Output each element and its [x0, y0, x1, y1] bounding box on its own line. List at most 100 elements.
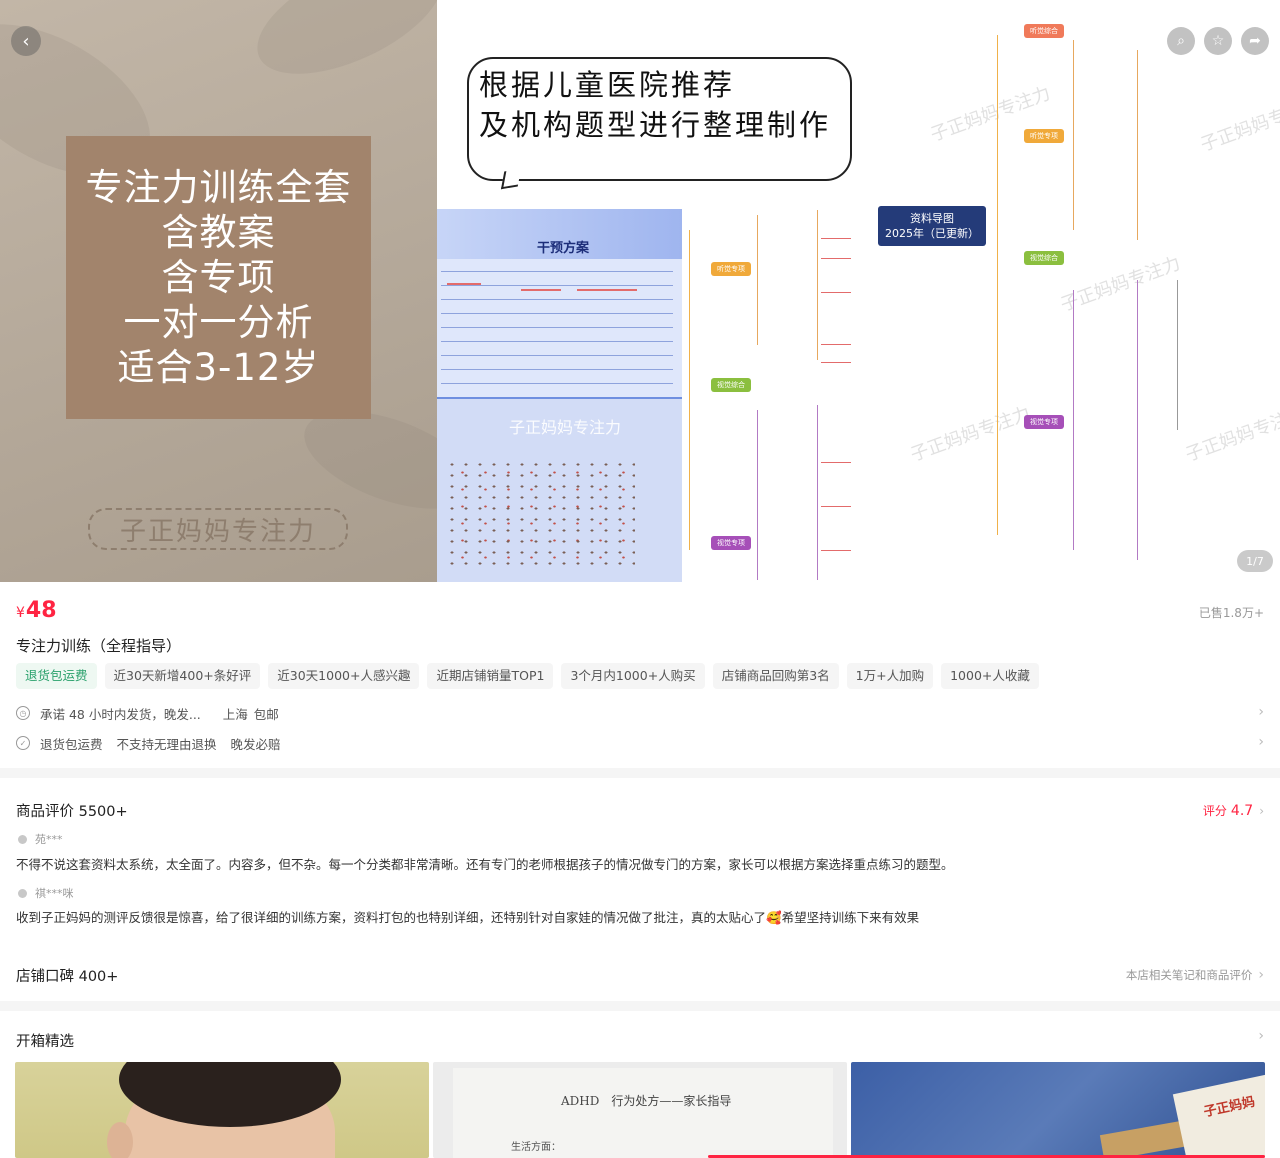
tag[interactable]: 3个月内1000+人购买	[561, 663, 705, 689]
search-icon: ⌕	[1177, 33, 1185, 49]
tag[interactable]: 近期店铺销量TOP1	[427, 663, 554, 689]
guarantee-row[interactable]: ✓ 退货包运费 不支持无理由退换 晚发必赔 ›	[16, 732, 1264, 754]
rating-link[interactable]: 评分 4.7 ›	[1203, 802, 1264, 819]
red-underline	[821, 550, 851, 551]
tag[interactable]: 店铺商品回购第3名	[712, 663, 839, 689]
unboxing-thumbnail[interactable]	[15, 1062, 429, 1158]
unboxing-title: 开箱精选	[16, 1034, 74, 1050]
tag[interactable]: 近30天1000+人感兴趣	[268, 663, 420, 689]
review-text[interactable]: 不得不说这套资料太系统，太全面了。内容多，但不杂。每一个分类都非常清晰。还有专门…	[16, 854, 954, 873]
red-underline	[821, 344, 851, 345]
currency-symbol: ¥	[16, 605, 25, 621]
tag[interactable]: 1万+人加购	[846, 663, 934, 689]
review-text[interactable]: 收到子正妈妈的测评反馈很是惊喜，给了很详细的训练方案，资料打包的也特别详细，还特…	[16, 907, 919, 926]
mindmap-node: 听觉综合	[1024, 24, 1064, 38]
tag-list: 退货包运费 近30天新增400+条好评 近30天1000+人感兴趣 近期店铺销量…	[16, 663, 1039, 689]
red-underline	[821, 506, 851, 507]
guarantee-item: 不支持无理由退换	[116, 736, 217, 752]
reviews-title[interactable]: 商品评价 5500+	[16, 800, 128, 821]
watermark: 子正妈妈专注力	[1057, 252, 1184, 316]
section-divider	[0, 1001, 1280, 1011]
scan-row	[441, 341, 673, 342]
tag[interactable]: 近30天新增400+条好评	[104, 663, 261, 689]
guarantee-item: 退货包运费	[40, 736, 103, 752]
back-button[interactable]: ‹	[11, 26, 41, 56]
product-title: 专注力训练（全程指导）	[16, 637, 182, 655]
chevron-right-icon[interactable]: ›	[1258, 1028, 1264, 1044]
mindmap-center-node: 资料导图 2025年（已更新）	[878, 206, 986, 246]
red-underline	[821, 462, 851, 463]
bubble-line: 及机构题型进行整理制作	[479, 108, 832, 142]
unboxing-thumbnail[interactable]: 子正妈妈	[851, 1062, 1265, 1158]
store-reviews-link[interactable]: 本店相关笔记和商品评价 ›	[1126, 967, 1264, 983]
cover-text-card: 专注力训练全套 含教案 含专项 一对一分析 适合3-12岁	[66, 136, 371, 419]
star-icon: ☆	[1211, 33, 1225, 49]
red-underline	[821, 258, 851, 259]
watermark: 子正妈妈专注力	[1182, 402, 1280, 466]
document-photo: 干预方案 子正妈妈专注力	[437, 209, 682, 582]
cover-line: 一对一分析	[123, 301, 314, 344]
cover-line: 含专项	[161, 256, 276, 299]
store-link-label: 本店相关笔记和商品评价	[1125, 968, 1253, 982]
document-subheading: 生活方面：	[511, 1142, 561, 1153]
share-button[interactable]: ➦	[1241, 27, 1269, 55]
document-page	[453, 1068, 833, 1158]
mindmap-branch	[1073, 40, 1074, 230]
mindmap-branch	[997, 35, 998, 535]
mindmap-slide: 根据儿童医院推荐 及机构题型进行整理制作 干预方案 子正妈妈专注力 子正妈妈专注…	[437, 0, 1280, 582]
shipping-location: 上海	[222, 706, 248, 722]
scan-title: 干预方案	[537, 241, 590, 256]
price: ¥48	[16, 598, 57, 623]
reviewer-name: 祺***咪	[35, 887, 74, 900]
reviewer: 苑***	[18, 831, 63, 847]
bubble-tail	[500, 168, 522, 190]
bubble-line: 根据儿童医院推荐	[479, 68, 736, 102]
cover-slide: 专注力训练全套 含教案 含专项 一对一分析 适合3-12岁 子正妈妈专注力	[0, 0, 437, 582]
mindmap-branch	[689, 230, 690, 550]
chevron-right-icon: ›	[1258, 704, 1264, 720]
shipping-row[interactable]: ◷ 承诺 48 小时内发货，晚发... 上海 包邮 ›	[16, 702, 1264, 724]
unboxing-thumbnail[interactable]: ADHD 行为处方——家长指导 生活方面：	[433, 1062, 847, 1158]
section-divider	[0, 768, 1280, 778]
back-icon: ‹	[22, 30, 30, 52]
red-underline	[447, 283, 481, 285]
shipping-free: 包邮	[253, 706, 279, 722]
red-underline	[821, 238, 851, 239]
mindmap-node: 听觉专项	[1024, 129, 1064, 143]
rating-label: 评分	[1202, 804, 1227, 818]
tag[interactable]: 1000+人收藏	[941, 663, 1039, 689]
mindmap-center-subtitle: 2025年（已更新）	[885, 227, 979, 240]
shipping-promise: 承诺 48 小时内发货，晚发...	[40, 706, 201, 722]
search-button[interactable]: ⌕	[1167, 27, 1195, 55]
cover-line: 适合3-12岁	[117, 346, 320, 389]
chevron-right-icon: ›	[1258, 967, 1264, 983]
watermark: 子正妈妈专注力	[907, 402, 1034, 466]
scan-row	[441, 313, 673, 314]
child-ear	[107, 1122, 133, 1158]
scan-row	[441, 327, 673, 328]
scan-top-page: 干预方案	[437, 209, 682, 397]
red-underline	[821, 362, 851, 363]
avatar	[18, 888, 27, 898]
price-value: 48	[25, 598, 57, 623]
mindmap-branch	[1177, 280, 1178, 430]
letter-grid	[445, 459, 635, 569]
image-gallery[interactable]: 专注力训练全套 含教案 含专项 一对一分析 适合3-12岁 子正妈妈专注力 ‹ …	[0, 0, 1280, 582]
tag-return-shipping[interactable]: 退货包运费	[16, 663, 97, 689]
red-underline	[521, 289, 561, 291]
red-underline	[821, 292, 851, 293]
page-indicator: 1/7	[1237, 550, 1273, 572]
cover-brand: 子正妈妈专注力	[88, 508, 348, 550]
mindmap-node: 视觉专项	[711, 536, 751, 550]
reviewer: 祺***咪	[18, 885, 74, 901]
scan-row	[441, 355, 673, 356]
mindmap-branch	[1073, 290, 1074, 550]
favorite-button[interactable]: ☆	[1204, 27, 1232, 55]
scan-row	[441, 369, 673, 370]
document-heading: ADHD 行为处方——家长指导	[561, 1094, 732, 1108]
clock-icon: ◷	[16, 706, 30, 720]
chevron-right-icon: ›	[1258, 734, 1264, 750]
scan-row	[441, 285, 673, 286]
mindmap-branch	[817, 405, 818, 580]
watermark: 子正妈妈专注力	[1197, 92, 1280, 156]
